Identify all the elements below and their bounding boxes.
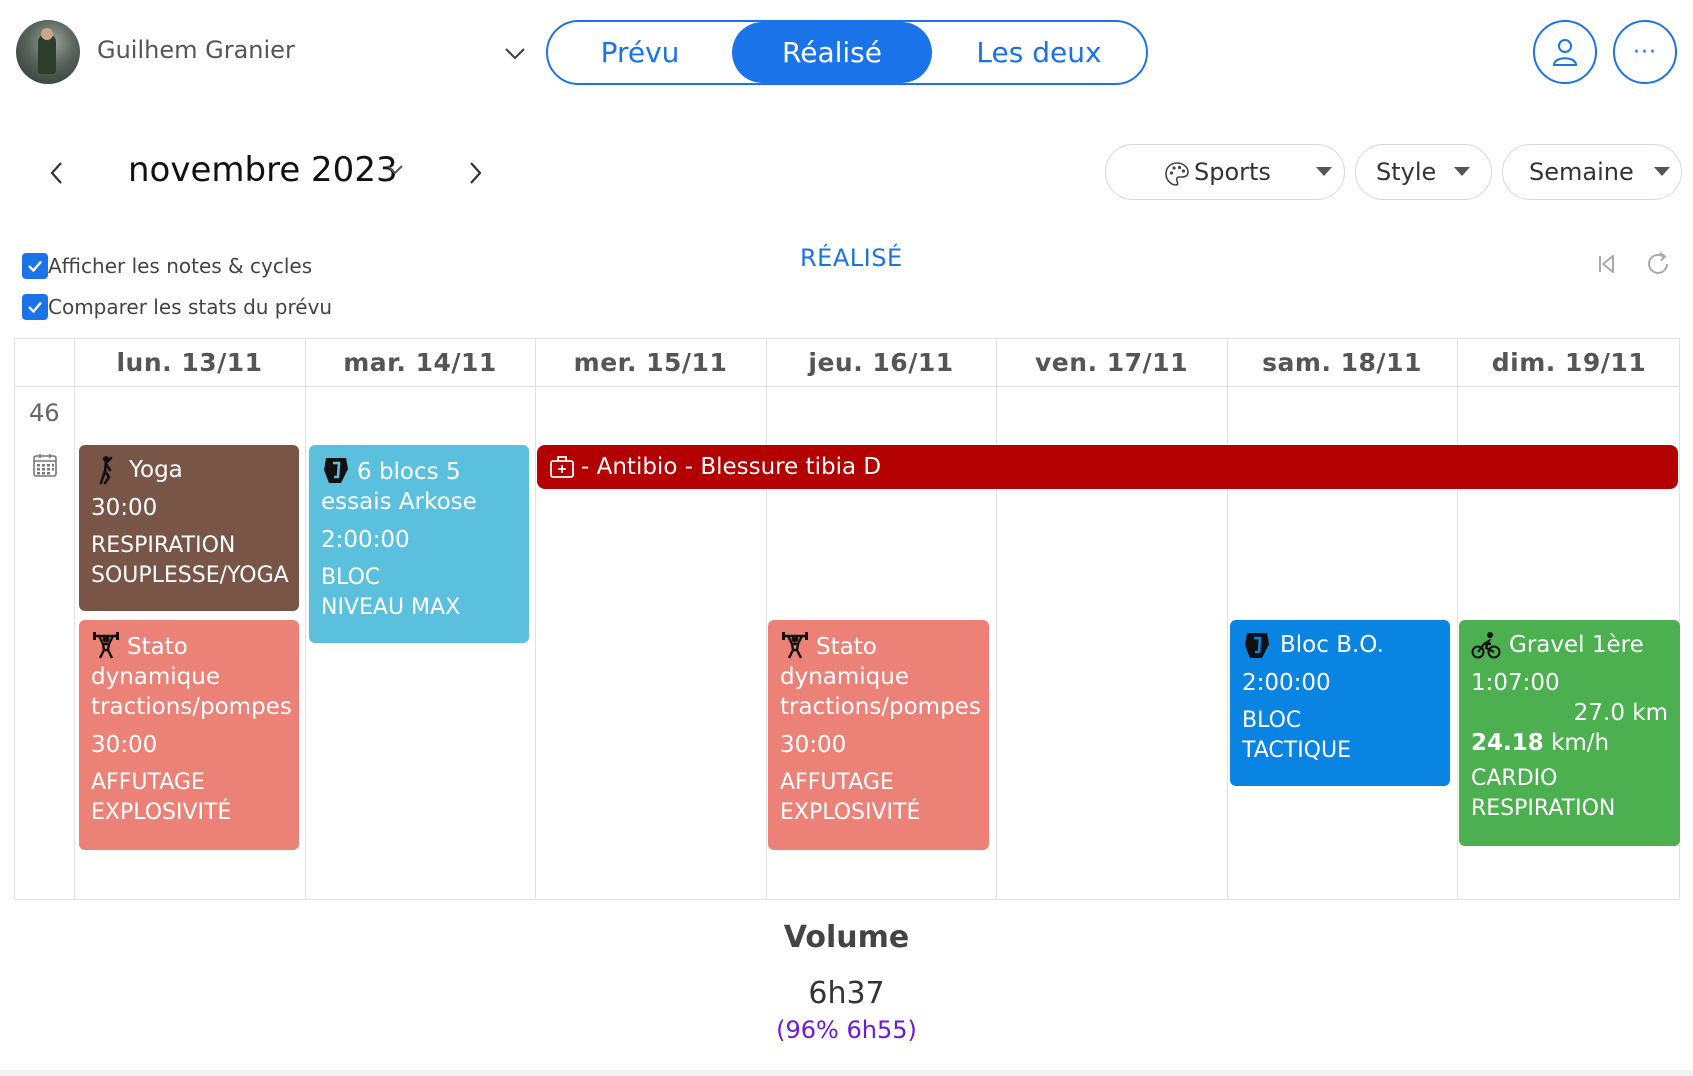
- week-number: 46: [29, 399, 60, 427]
- climbing-icon: [1245, 633, 1269, 658]
- sports-filter-label: Sports: [1194, 158, 1271, 186]
- day-header-sat: sam. 18/11: [1262, 348, 1422, 377]
- event-gravel[interactable]: Gravel 1ère 1:07:00 27.0 km 24.18 km/h C…: [1459, 620, 1680, 846]
- event-duration: 2:00:00: [1242, 670, 1331, 696]
- event-tags: BLOC TACTIQUE: [1242, 708, 1352, 763]
- compare-stats-checkbox[interactable]: [22, 294, 48, 320]
- event-title: Bloc B.O.: [1280, 632, 1384, 658]
- event-stato-thursday[interactable]: Stato dynamique tractions/pompes 30:00 A…: [768, 620, 989, 850]
- day-header-tue: mar. 14/11: [343, 348, 497, 377]
- weightlifting-icon: [782, 632, 808, 659]
- event-duration: 30:00: [91, 495, 158, 521]
- tab-prevu[interactable]: Prévu: [548, 22, 732, 83]
- notes-cycles-label[interactable]: Afficher les notes & cycles: [48, 254, 312, 278]
- event-tags: CARDIO RESPIRATION: [1471, 766, 1616, 821]
- yoga-icon: [99, 456, 113, 485]
- caret-down-icon: [1454, 167, 1470, 176]
- compare-stats-option: Comparer les stats du prévu: [22, 294, 332, 320]
- event-yoga[interactable]: Yoga 30:00 RESPIRATION SOUPLESSE/YOGA: [79, 445, 299, 611]
- chevron-left-icon[interactable]: [44, 158, 70, 188]
- planned-done-toggle: Prévu Réalisé Les deux: [546, 20, 1148, 85]
- cycling-icon: [1471, 632, 1501, 659]
- event-title: Stato dynamique tractions/pompes: [780, 634, 981, 720]
- event-duration: 30:00: [91, 732, 158, 758]
- chevron-down-icon[interactable]: [502, 40, 528, 66]
- sports-filter[interactable]: Sports: [1105, 144, 1345, 200]
- user-name[interactable]: Guilhem Granier: [97, 36, 295, 64]
- avatar[interactable]: [16, 20, 80, 84]
- notes-cycles-option: Afficher les notes & cycles: [22, 253, 312, 279]
- compare-stats-label[interactable]: Comparer les stats du prévu: [48, 295, 332, 319]
- check-icon: [28, 301, 42, 314]
- event-tags: AFFUTAGE EXPLOSIVITÉ: [780, 770, 921, 825]
- event-duration: 30:00: [780, 732, 847, 758]
- event-speed-unit: km/h: [1551, 730, 1610, 756]
- day-header-fri: ven. 17/11: [1035, 348, 1188, 377]
- day-header-sun: dim. 19/11: [1491, 348, 1647, 377]
- more-icon: ···: [1633, 39, 1657, 65]
- volume-label: Volume: [783, 920, 910, 955]
- climbing-icon: [324, 458, 348, 483]
- calendar-icon[interactable]: [32, 452, 58, 478]
- event-stato-monday[interactable]: Stato dynamique tractions/pompes 30:00 A…: [79, 620, 299, 850]
- event-tags: BLOC NIVEAU MAX: [321, 565, 461, 620]
- event-duration: 1:07:00: [1471, 670, 1560, 696]
- volume-comparison: (96% 6h55): [776, 1016, 917, 1044]
- day-header-thu: jeu. 16/11: [808, 348, 954, 377]
- event-title: Stato dynamique tractions/pompes: [91, 634, 292, 720]
- event-title: Gravel 1ère: [1509, 632, 1644, 658]
- month-label[interactable]: novembre 2023: [128, 150, 398, 190]
- event-6-blocs[interactable]: 6 blocs 5 essais Arkose 2:00:00 BLOC NIV…: [309, 445, 529, 643]
- tab-realise[interactable]: Réalisé: [732, 22, 932, 83]
- user-icon: [1552, 39, 1578, 66]
- palette-icon: [1165, 162, 1189, 186]
- weightlifting-icon: [93, 632, 119, 659]
- event-distance: 27.0 km: [1573, 700, 1668, 726]
- style-filter-label: Style: [1376, 158, 1437, 186]
- profile-button[interactable]: [1533, 20, 1597, 84]
- event-tags: AFFUTAGE EXPLOSIVITÉ: [91, 770, 232, 825]
- style-filter[interactable]: Style: [1355, 144, 1492, 200]
- note-antibio[interactable]: - Antibio - Blessure tibia D: [537, 445, 1678, 489]
- day-header-mon: lun. 13/11: [116, 348, 263, 377]
- check-icon: [28, 260, 42, 273]
- event-duration: 2:00:00: [321, 527, 410, 553]
- tab-les-deux[interactable]: Les deux: [932, 22, 1146, 83]
- chevron-right-icon[interactable]: [462, 158, 488, 188]
- period-selector[interactable]: Semaine: [1502, 144, 1682, 200]
- event-bloc-bo[interactable]: Bloc B.O. 2:00:00 BLOC TACTIQUE: [1230, 620, 1450, 786]
- week-calendar: lun. 13/11 mar. 14/11 mer. 15/11 jeu. 16…: [14, 338, 1680, 900]
- refresh-icon[interactable]: [1644, 250, 1672, 278]
- medical-kit-icon: [550, 456, 574, 478]
- note-title: - Antibio - Blessure tibia D: [581, 454, 882, 480]
- skip-to-start-icon[interactable]: [1596, 252, 1618, 276]
- period-selector-label: Semaine: [1529, 158, 1634, 186]
- bottom-divider: [0, 1070, 1693, 1076]
- view-title: RÉALISÉ: [800, 244, 903, 272]
- volume-value: 6h37: [808, 976, 885, 1011]
- event-speed-value: 24.18: [1471, 730, 1544, 756]
- caret-down-icon: [1316, 167, 1332, 176]
- notes-cycles-checkbox[interactable]: [22, 253, 48, 279]
- day-header-wed: mer. 15/11: [573, 348, 728, 377]
- more-button[interactable]: ···: [1613, 20, 1677, 84]
- event-title: Yoga: [129, 457, 183, 483]
- caret-down-icon: [1654, 167, 1670, 176]
- event-tags: RESPIRATION SOUPLESSE/YOGA: [91, 533, 289, 588]
- chevron-down-icon[interactable]: [384, 158, 406, 180]
